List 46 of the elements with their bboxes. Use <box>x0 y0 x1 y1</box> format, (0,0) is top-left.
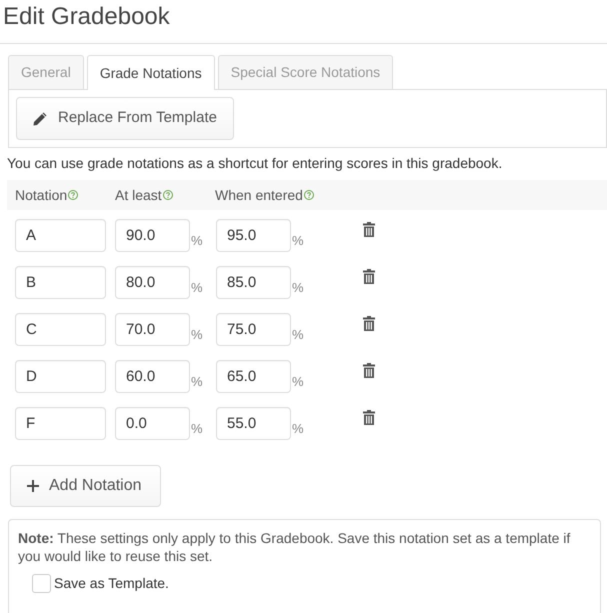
when-entered-field[interactable]: 75.0 <box>216 313 291 346</box>
when-entered-field[interactable]: 95.0 <box>216 219 291 252</box>
tab[interactable]: Grade Notations <box>86 55 215 90</box>
trash-icon[interactable] <box>363 269 375 284</box>
save-as-template-checkbox[interactable] <box>32 574 51 593</box>
at-least-field[interactable]: 0.0 <box>115 407 190 440</box>
percent-sign: % <box>292 232 303 250</box>
percent-sign: % <box>292 279 303 297</box>
when-entered-field[interactable]: 65.0 <box>216 360 291 393</box>
note-text: Note: These settings only apply to this Gradebook. Save this notation set as a template if you would like to reuse this set. <box>18 529 572 565</box>
at-least-field[interactable]: 90.0 <box>115 219 190 252</box>
help-icon[interactable] <box>162 190 173 200</box>
page-title: Edit Gradebook <box>3 2 171 32</box>
checkbox-label[interactable]: Save as Template. <box>54 573 169 594</box>
pencil-icon <box>32 110 48 126</box>
percent-sign: % <box>191 326 202 344</box>
plus-icon <box>27 480 39 492</box>
percent-sign: % <box>292 373 303 391</box>
replace-from-template-button[interactable]: Replace From Template <box>16 97 234 140</box>
trash-icon[interactable] <box>363 410 375 425</box>
notation-field[interactable]: A <box>15 219 106 252</box>
percent-sign: % <box>292 326 303 344</box>
trash-icon[interactable] <box>363 363 375 378</box>
percent-sign: % <box>292 420 303 438</box>
column-header: At least <box>115 186 162 204</box>
when-entered-field[interactable]: 55.0 <box>216 407 291 440</box>
description-text: You can use grade notations as a shortcut for entering scores in this gradebook. <box>7 154 504 173</box>
percent-sign: % <box>191 373 202 391</box>
when-entered-field[interactable]: 85.0 <box>216 266 291 299</box>
trash-icon[interactable] <box>363 222 375 237</box>
help-icon[interactable] <box>68 190 78 200</box>
trash-icon[interactable] <box>363 316 375 331</box>
notation-field[interactable]: C <box>15 313 106 346</box>
notation-field[interactable]: F <box>15 407 106 440</box>
help-icon[interactable] <box>304 190 314 200</box>
column-header: Notation <box>15 186 68 204</box>
at-least-field[interactable]: 80.0 <box>115 266 190 299</box>
percent-sign: % <box>191 232 202 250</box>
at-least-field[interactable]: 70.0 <box>115 313 190 346</box>
column-header: When entered <box>215 186 303 204</box>
percent-sign: % <box>191 420 202 438</box>
add-notation-button[interactable]: Add Notation <box>10 465 161 507</box>
percent-sign: % <box>191 279 202 297</box>
at-least-field[interactable]: 60.0 <box>115 360 190 393</box>
notation-field[interactable]: B <box>15 266 106 299</box>
notation-field[interactable]: D <box>15 360 106 393</box>
